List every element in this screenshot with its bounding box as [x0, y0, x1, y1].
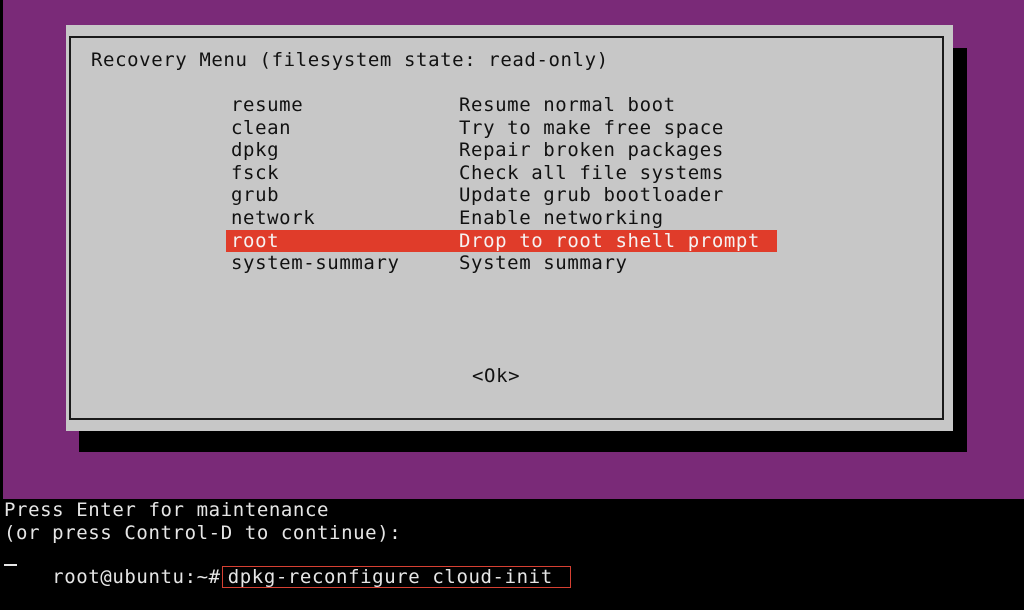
- shell-prompt: root@ubuntu:~#: [52, 566, 221, 588]
- menu-item-network[interactable]: network Enable networking: [226, 207, 777, 230]
- menu-item-description: Try to make free space: [459, 116, 724, 139]
- recovery-menu-list: resume Resume normal boot clean Try to m…: [226, 94, 777, 275]
- console-line: Press Enter for maintenance: [4, 499, 330, 521]
- menu-item-description: System summary: [459, 252, 628, 275]
- menu-item-key: system-summary: [231, 252, 400, 275]
- console-line: (or press Control-D to continue):: [4, 522, 402, 544]
- menu-item-description: Enable networking: [459, 206, 664, 229]
- recovery-screen: Recovery Menu (filesystem state: read-on…: [0, 0, 1024, 499]
- shell-prompt-line[interactable]: root@ubuntu:~# dpkg-reconfigure cloud-ini…: [4, 544, 571, 610]
- menu-item-clean[interactable]: clean Try to make free space: [226, 117, 777, 140]
- menu-item-key: root: [231, 229, 280, 252]
- text-cursor: [4, 564, 17, 566]
- menu-item-key: fsck: [231, 161, 280, 184]
- menu-item-root[interactable]: root Drop to root shell prompt: [226, 229, 777, 253]
- menu-item-dpkg[interactable]: dpkg Repair broken packages: [226, 139, 777, 162]
- console-output: Press Enter for maintenance (or press Co…: [0, 499, 1024, 588]
- menu-item-key: clean: [231, 116, 292, 139]
- menu-item-fsck[interactable]: fsck Check all file systems: [226, 162, 777, 185]
- menu-item-description: Update grub bootloader: [459, 184, 724, 207]
- menu-item-resume[interactable]: resume Resume normal boot: [226, 94, 777, 117]
- menu-item-key: grub: [231, 184, 280, 207]
- menu-item-description: Drop to root shell prompt: [459, 229, 760, 252]
- highlighted-command[interactable]: dpkg-reconfigure cloud-init: [221, 566, 571, 588]
- menu-item-description: Check all file systems: [459, 161, 724, 184]
- menu-item-key: dpkg: [231, 139, 280, 162]
- ok-button[interactable]: <Ok>: [472, 365, 520, 387]
- recovery-menu-dialog: Recovery Menu (filesystem state: read-on…: [66, 25, 953, 431]
- dialog-title: Recovery Menu (filesystem state: read-on…: [91, 49, 609, 71]
- menu-item-key: resume: [231, 94, 304, 116]
- menu-item-system-summary[interactable]: system-summary System summary: [226, 252, 777, 275]
- menu-item-description: Repair broken packages: [459, 139, 724, 162]
- menu-item-description: Resume normal boot: [459, 94, 676, 116]
- menu-item-key: network: [231, 206, 316, 229]
- menu-item-grub[interactable]: grub Update grub bootloader: [226, 184, 777, 207]
